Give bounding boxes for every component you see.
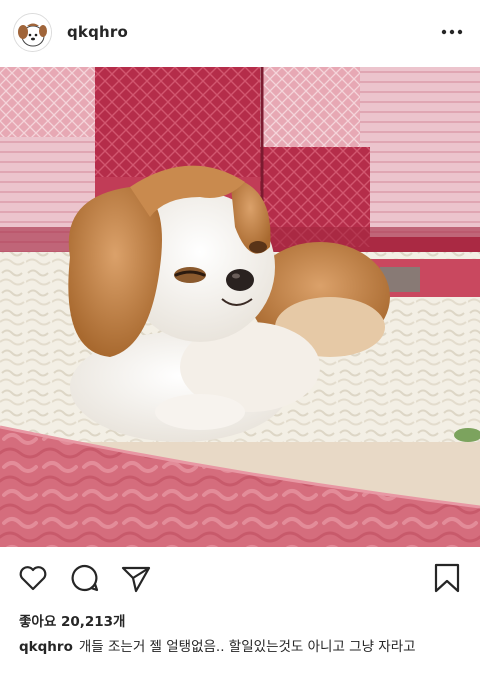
more-options-icon[interactable]: [440, 22, 464, 42]
avatar[interactable]: [13, 13, 52, 52]
like-count[interactable]: 좋아요 20,213개: [19, 610, 125, 630]
bookmark-icon[interactable]: [431, 562, 463, 594]
caption-username[interactable]: qkqhro: [19, 639, 73, 655]
comment-icon[interactable]: [69, 562, 101, 594]
instagram-post: qkqhro 좋아요 20,213개 qkqhro 개들 조는거 젤 얼탱없음.…: [0, 0, 480, 674]
post-caption: qkqhro 개들 조는거 젤 얼탱없음.. 할일있는것도 아니고 그냥 자라고: [19, 639, 467, 656]
heart-icon[interactable]: [17, 562, 49, 594]
post-username[interactable]: qkqhro: [67, 23, 128, 41]
caption-text: 개들 조는거 젤 얼탱없음.. 할일있는것도 아니고 그냥 자라고: [78, 639, 416, 655]
share-icon[interactable]: [120, 562, 152, 594]
cartoon-dog-avatar-icon: [14, 14, 51, 51]
post-photo[interactable]: [0, 67, 480, 547]
dog-photo-image: [0, 67, 480, 547]
action-bar: [0, 547, 480, 607]
post-header: qkqhro: [0, 0, 480, 66]
